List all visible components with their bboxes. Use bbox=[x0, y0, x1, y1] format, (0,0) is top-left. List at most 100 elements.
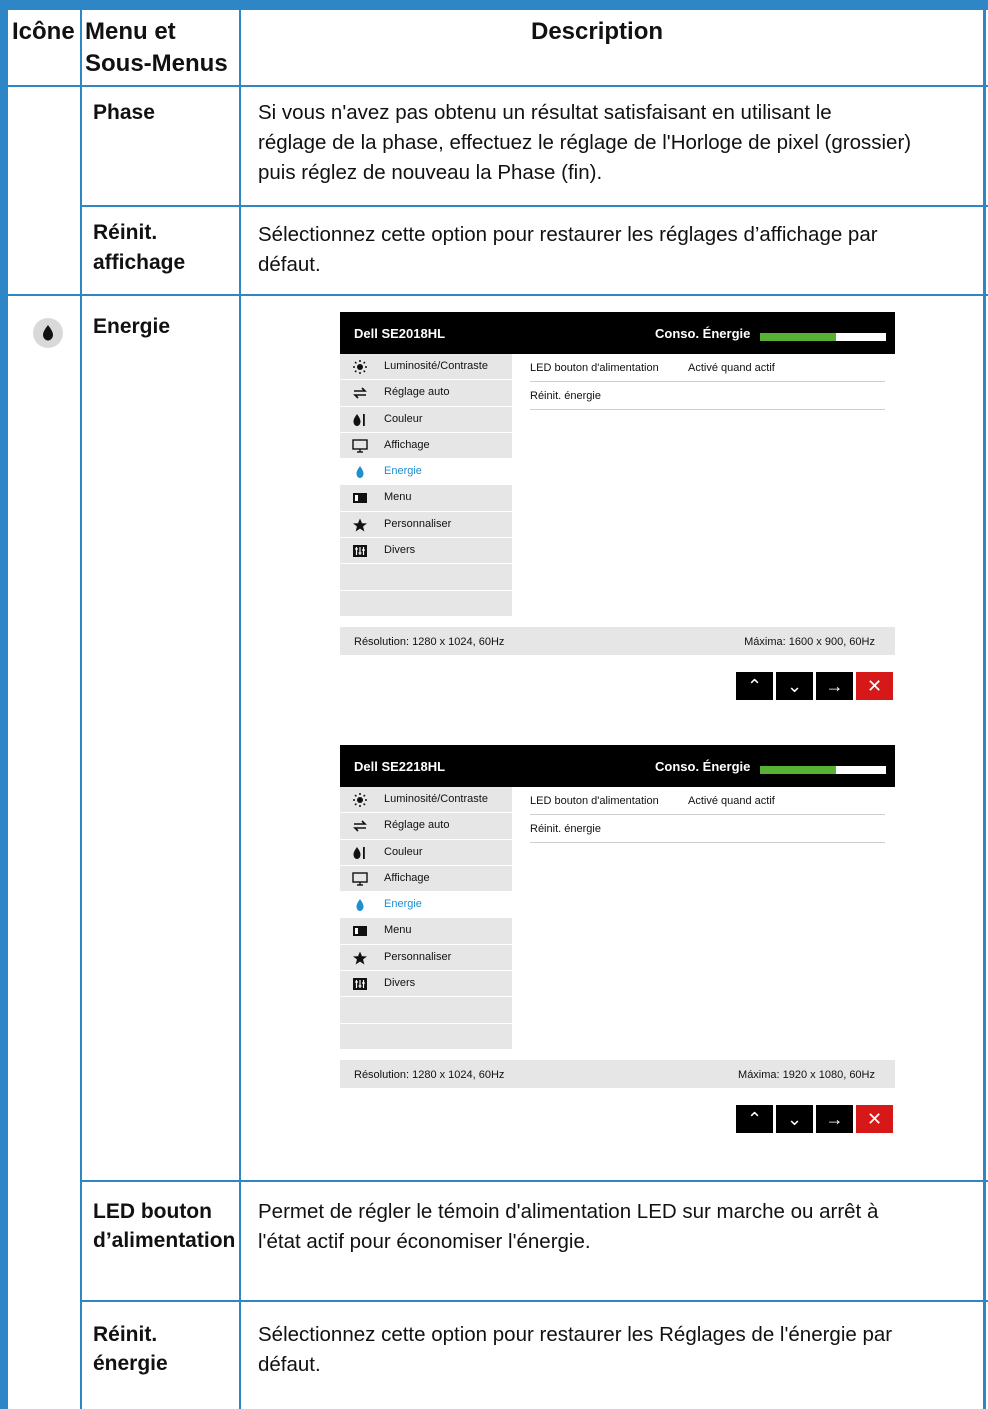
row-label-reinit-energie-l2: énergie bbox=[93, 1352, 168, 1375]
reset-energy-label: Réinit. énergie bbox=[530, 390, 601, 402]
osd-menu-item[interactable]: Luminosité/Contraste bbox=[340, 354, 512, 381]
header-menu-col-line2: Sous-Menus bbox=[85, 50, 228, 77]
right-arrow-icon: → bbox=[825, 676, 844, 696]
row-label-reinit-affichage-l2: affichage bbox=[93, 251, 186, 274]
energy-icon bbox=[352, 898, 368, 912]
phase-desc-line2: réglage de la phase, effectuez le réglag… bbox=[258, 131, 912, 154]
color-icon bbox=[352, 846, 368, 860]
osd-menu-item[interactable]: Personnaliser bbox=[340, 511, 512, 539]
display-icon bbox=[352, 872, 368, 886]
exit-button[interactable]: ✕ bbox=[856, 1105, 893, 1133]
osd-resolution: Résolution: 1280 x 1024, 60Hz bbox=[354, 636, 505, 648]
others-icon bbox=[352, 544, 368, 558]
up-button[interactable]: ⌃ bbox=[736, 672, 773, 700]
header-divider bbox=[0, 85, 988, 87]
osd-body: Luminosité/Contraste Réglage auto Couleur A… bbox=[340, 354, 895, 627]
close-icon: ✕ bbox=[866, 1109, 883, 1129]
osd-conso-label: Conso. Énergie bbox=[655, 759, 751, 774]
display-icon bbox=[352, 439, 368, 453]
osd-menu-item-label: Couleur bbox=[384, 412, 423, 425]
reset-energy-row[interactable]: Réinit. énergie bbox=[530, 815, 885, 843]
energy-drop-icon bbox=[33, 318, 63, 348]
enter-button[interactable]: → bbox=[816, 672, 853, 700]
enter-button[interactable]: → bbox=[816, 1105, 853, 1133]
energy-icon bbox=[352, 465, 368, 479]
header-menu-col-line1: Menu et bbox=[85, 18, 176, 45]
osd-buttons: ⌃ ⌄ → ✕ bbox=[340, 672, 895, 700]
row-divider-1 bbox=[80, 205, 988, 207]
table-left-border bbox=[0, 0, 8, 1409]
brightness-icon bbox=[352, 360, 368, 374]
led-desc-line1: Permet de régler le témoin d'alimentatio… bbox=[258, 1200, 879, 1223]
osd-submenu: LED bouton d'alimentation Activé quand a… bbox=[530, 354, 885, 410]
row-label-phase: Phase bbox=[93, 101, 155, 124]
osd-menu-item-label: Menu bbox=[384, 491, 412, 504]
osd-menu-item[interactable]: Luminosité/Contraste bbox=[340, 787, 512, 814]
osd-menu-item[interactable]: Affichage bbox=[340, 432, 512, 460]
osd-menu-item[interactable]: Affichage bbox=[340, 865, 512, 893]
column-divider-2 bbox=[239, 0, 241, 1409]
osd-menu-item[interactable]: Couleur bbox=[340, 839, 512, 866]
exit-button[interactable]: ✕ bbox=[856, 672, 893, 700]
osd-title-bar: Dell SE2218HL Conso. Énergie bbox=[340, 745, 895, 787]
osd-menu-item-label: Affichage bbox=[384, 871, 430, 884]
osd-menu-item[interactable]: Réglage auto bbox=[340, 380, 512, 407]
osd-menu-item-label: Affichage bbox=[384, 438, 430, 451]
osd-main-menu: Luminosité/Contraste Réglage auto Couleur A… bbox=[340, 787, 512, 1050]
osd-menu-item[interactable]: Divers bbox=[340, 971, 512, 998]
row-label-reinit-affichage-l1: Réinit. bbox=[93, 221, 158, 244]
osd-menu-item[interactable]: Divers bbox=[340, 538, 512, 565]
reinit-energie-desc-line2: défaut. bbox=[258, 1353, 321, 1376]
osd-menu-item[interactable]: Réglage auto bbox=[340, 813, 512, 840]
table-right-border bbox=[983, 0, 986, 1409]
osd-max-resolution: Máxima: 1920 x 1080, 60Hz bbox=[738, 1069, 875, 1081]
phase-desc-line1: Si vous n'avez pas obtenu un résultat sa… bbox=[258, 101, 832, 124]
down-icon: ⌄ bbox=[786, 1109, 803, 1129]
osd-menu-item[interactable]: Menu bbox=[340, 918, 512, 945]
osd-menu-item[interactable]: Menu bbox=[340, 485, 512, 512]
osd-main-menu: Luminosité/Contraste Réglage auto Couleur A… bbox=[340, 354, 512, 617]
reset-energy-row[interactable]: Réinit. énergie bbox=[530, 382, 885, 410]
right-arrow-icon: → bbox=[825, 1109, 844, 1129]
osd-menu-item[interactable]: Personnaliser bbox=[340, 944, 512, 972]
osd-menu-item[interactable]: Couleur bbox=[340, 406, 512, 433]
row-divider-3 bbox=[80, 1180, 988, 1182]
conso-energie-bar bbox=[760, 333, 886, 341]
page: Icône Menu et Sous-Menus Description Pha… bbox=[0, 0, 988, 1409]
reinit-energie-desc-line1: Sélectionnez cette option pour restaurer… bbox=[258, 1323, 893, 1346]
up-button[interactable]: ⌃ bbox=[736, 1105, 773, 1133]
conso-energie-fill bbox=[760, 766, 836, 774]
osd-status-bar: Résolution: 1280 x 1024, 60Hz Máxima: 16… bbox=[340, 627, 895, 655]
reset-energy-label: Réinit. énergie bbox=[530, 823, 601, 835]
row-divider-4 bbox=[80, 1300, 988, 1302]
down-button[interactable]: ⌄ bbox=[776, 1105, 813, 1133]
led-option-label: LED bouton d'alimentation bbox=[530, 362, 659, 374]
row-label-led-l2: d’alimentation bbox=[93, 1229, 236, 1252]
osd-menu-item-label: Réglage auto bbox=[384, 819, 450, 832]
osd-menu-item-label: Menu bbox=[384, 924, 412, 937]
osd-menu-item[interactable]: Energie bbox=[340, 459, 512, 486]
led-option-row[interactable]: LED bouton d'alimentation Activé quand a… bbox=[530, 787, 885, 815]
row-label-energie: Energie bbox=[93, 315, 171, 338]
osd-conso-label: Conso. Énergie bbox=[655, 326, 751, 341]
phase-desc-line3: puis réglez de nouveau la Phase (fin). bbox=[258, 161, 603, 184]
down-icon: ⌄ bbox=[786, 676, 803, 696]
osd-model-name: Dell SE2218HL bbox=[354, 759, 446, 774]
auto-adjust-icon bbox=[352, 386, 368, 400]
osd-menu-empty-slot bbox=[340, 564, 512, 591]
osd-menu-item[interactable]: Energie bbox=[340, 892, 512, 919]
others-icon bbox=[352, 977, 368, 991]
osd-buttons: ⌃ ⌄ → ✕ bbox=[340, 1105, 895, 1133]
osd-menu-se2018hl: Dell SE2018HL Conso. Énergie Luminosité/… bbox=[340, 312, 895, 700]
column-divider-1 bbox=[80, 0, 82, 1409]
close-icon: ✕ bbox=[866, 676, 883, 696]
osd-menu-item-label: Divers bbox=[384, 977, 416, 990]
osd-menu-empty-slot bbox=[340, 590, 512, 617]
up-icon: ⌃ bbox=[746, 1109, 763, 1129]
osd-menu-item-label: Luminosité/Contraste bbox=[384, 360, 488, 372]
osd-menu-item-label: Réglage auto bbox=[384, 386, 450, 399]
reinit-affichage-desc-line2: défaut. bbox=[258, 253, 321, 276]
led-option-row[interactable]: LED bouton d'alimentation Activé quand a… bbox=[530, 354, 885, 382]
star-icon bbox=[352, 951, 368, 965]
down-button[interactable]: ⌄ bbox=[776, 672, 813, 700]
